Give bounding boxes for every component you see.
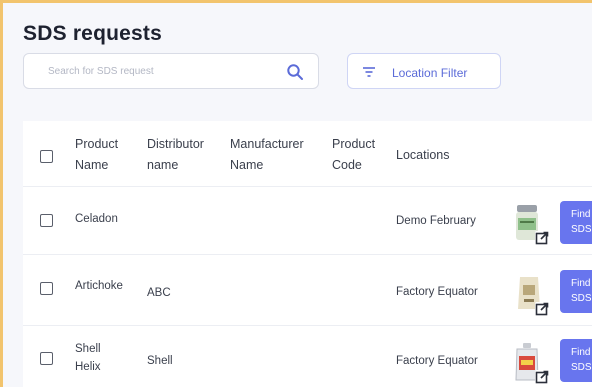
header-locations: Locations	[396, 148, 450, 162]
app-frame: SDS requests Search for SDS request Loca…	[0, 0, 592, 387]
row-checkbox[interactable]	[40, 214, 53, 227]
page-title: SDS requests	[23, 22, 162, 45]
row-checkbox[interactable]	[40, 352, 53, 365]
filter-icon	[363, 67, 375, 77]
search-box[interactable]: Search for SDS request	[23, 53, 319, 89]
header-distributor-name: Distributor name	[147, 137, 204, 172]
external-link-icon[interactable]	[535, 370, 549, 384]
external-link-icon[interactable]	[535, 231, 549, 245]
find-sds-button[interactable]: Find SDS	[560, 339, 592, 382]
sds-requests-table: Product Name Distributor name Manufactur…	[23, 121, 592, 387]
table-header-row: Product Name Distributor name Manufactur…	[23, 121, 592, 187]
location-cell: Factory Equator	[396, 355, 478, 367]
product-name-cell: Celadon	[75, 213, 118, 225]
select-all-checkbox[interactable]	[40, 150, 53, 163]
find-sds-button[interactable]: Find SDS	[560, 270, 592, 313]
location-filter-button[interactable]: Location Filter	[347, 53, 501, 89]
location-cell: Factory Equator	[396, 286, 478, 298]
external-link-icon[interactable]	[535, 302, 549, 316]
table-row: Shell Helix Shell Factory Equator Find S…	[23, 326, 592, 387]
search-icon[interactable]	[286, 63, 304, 81]
product-name-cell: Artichoke	[75, 280, 123, 292]
header-product-name: Product Name	[75, 137, 119, 172]
distributor-cell: ABC	[147, 287, 171, 299]
product-name-cell: Shell Helix	[75, 343, 101, 373]
table-row: Celadon Demo February Find SDS	[23, 187, 592, 255]
header-product-code: Product Code	[332, 137, 376, 172]
table-row: Artichoke ABC Factory Equator Find SDS	[23, 255, 592, 326]
find-sds-button[interactable]: Find SDS	[560, 201, 592, 244]
location-cell: Demo February	[396, 215, 476, 227]
header-manufacturer-name: Manufacturer Name	[230, 137, 304, 172]
distributor-cell: Shell	[147, 355, 173, 367]
row-checkbox[interactable]	[40, 282, 53, 295]
search-input[interactable]: Search for SDS request	[48, 66, 154, 77]
location-filter-label: Location Filter	[392, 66, 468, 80]
